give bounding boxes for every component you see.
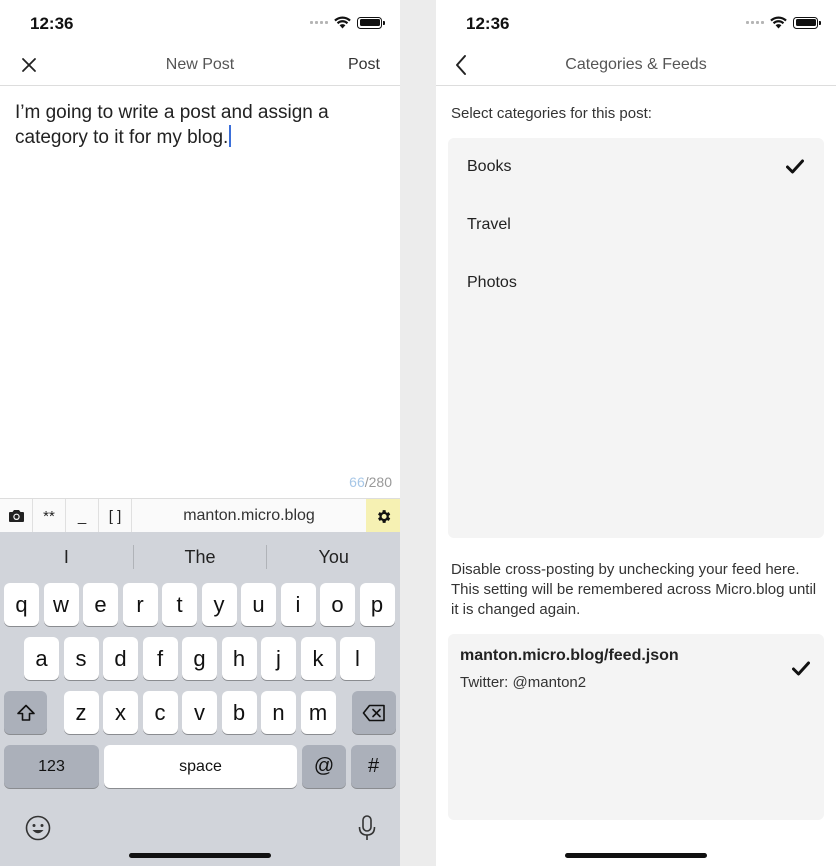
feed-row[interactable]: manton.micro.blog/feed.json Twitter: @ma… xyxy=(448,634,824,704)
checkmark-icon xyxy=(786,159,804,179)
italic-button[interactable]: _ xyxy=(66,499,99,533)
key-j[interactable]: j xyxy=(261,637,296,680)
categories-list: Books Travel Photos xyxy=(448,138,824,538)
categories-feeds-screen: 12:36 Categories & Feeds Select categori… xyxy=(436,0,836,866)
feeds-note: Disable cross-posting by unchecking your… xyxy=(451,560,816,620)
key-x[interactable]: x xyxy=(103,691,138,734)
key-q[interactable]: q xyxy=(4,583,39,626)
key-f[interactable]: f xyxy=(142,637,178,680)
backspace-key[interactable] xyxy=(352,691,396,734)
bold-button[interactable]: ** xyxy=(33,499,66,533)
key-l[interactable]: l xyxy=(340,637,375,680)
key-h[interactable]: h xyxy=(221,637,257,680)
key-z[interactable]: z xyxy=(63,691,99,734)
post-text: I’m going to write a post and assign a c… xyxy=(15,102,329,148)
settings-button[interactable] xyxy=(366,499,400,533)
camera-button[interactable] xyxy=(0,499,33,533)
microphone-icon xyxy=(358,815,376,840)
cellular-signal-icon xyxy=(746,21,764,24)
key-t[interactable]: t xyxy=(162,583,197,626)
status-time: 12:36 xyxy=(30,14,74,33)
new-post-navbar: New Post Post xyxy=(0,44,400,86)
gear-icon xyxy=(377,509,390,523)
key-g[interactable]: g xyxy=(182,637,217,680)
editor-toolbar: ** _ [ ] manton.micro.blog xyxy=(0,498,400,533)
key-a[interactable]: a xyxy=(24,637,59,680)
checkmark-icon xyxy=(792,661,810,681)
delete-icon xyxy=(362,704,385,721)
battery-icon xyxy=(357,16,385,29)
cellular-signal-icon xyxy=(310,21,328,24)
status-bar: 12:36 xyxy=(0,0,400,48)
dictation-button[interactable] xyxy=(356,814,378,847)
feeds-note-line: This setting will be remembered across M… xyxy=(451,581,817,598)
link-button[interactable]: [ ] xyxy=(99,499,132,533)
key-v[interactable]: v xyxy=(182,691,217,734)
feed-crosspost: Twitter: @manton2 xyxy=(460,674,587,691)
category-row-photos[interactable]: Photos xyxy=(448,254,824,312)
key-w[interactable]: w xyxy=(43,583,79,626)
feeds-list: manton.micro.blog/feed.json Twitter: @ma… xyxy=(448,634,824,820)
character-max: /280 xyxy=(364,474,392,490)
categories-navbar: Categories & Feeds xyxy=(436,44,836,86)
emoji-icon xyxy=(25,815,51,841)
hash-key[interactable]: # xyxy=(351,745,396,788)
category-label: Photos xyxy=(467,274,517,291)
emoji-button[interactable] xyxy=(24,814,52,847)
blog-selector[interactable]: manton.micro.blog xyxy=(132,499,366,532)
home-indicator[interactable] xyxy=(565,853,707,858)
shift-key[interactable] xyxy=(4,691,47,734)
key-s[interactable]: s xyxy=(63,637,99,680)
key-p[interactable]: p xyxy=(359,583,395,626)
categories-prompt: Select categories for this post: xyxy=(451,105,652,122)
space-key[interactable]: space xyxy=(104,745,297,788)
key-u[interactable]: u xyxy=(241,583,276,626)
wifi-icon xyxy=(334,16,351,29)
character-count: 66 xyxy=(349,474,365,490)
post-text-editor[interactable]: I’m going to write a post and assign a c… xyxy=(15,100,380,150)
key-o[interactable]: o xyxy=(320,583,355,626)
key-m[interactable]: m xyxy=(300,691,336,734)
suggestion-2[interactable]: The xyxy=(134,547,267,568)
key-y[interactable]: y xyxy=(201,583,237,626)
feeds-note-line: it is changed again. xyxy=(451,601,581,618)
camera-icon xyxy=(8,510,24,522)
at-key[interactable]: @ xyxy=(302,745,346,788)
key-i[interactable]: i xyxy=(280,583,316,626)
suggestion-bar: I The You xyxy=(0,532,400,582)
category-row-travel[interactable]: Travel xyxy=(448,196,824,254)
category-label: Books xyxy=(467,158,512,175)
suggestion-1[interactable]: I xyxy=(0,547,133,568)
feeds-note-line: Disable cross-posting by unchecking your… xyxy=(451,561,800,578)
character-counter: 66/280 xyxy=(349,474,392,490)
battery-icon xyxy=(793,16,821,29)
post-button[interactable]: Post xyxy=(348,56,380,74)
category-row-books[interactable]: Books xyxy=(448,138,824,196)
key-n[interactable]: n xyxy=(261,691,296,734)
page-title: Categories & Feeds xyxy=(565,56,707,73)
status-time: 12:36 xyxy=(466,14,510,33)
key-e[interactable]: e xyxy=(83,583,118,626)
key-r[interactable]: r xyxy=(122,583,158,626)
feed-name: manton.micro.blog/feed.json xyxy=(460,647,679,664)
numbers-key[interactable]: 123 xyxy=(4,745,99,788)
home-indicator[interactable] xyxy=(129,853,271,858)
shift-icon xyxy=(16,704,35,721)
key-c[interactable]: c xyxy=(142,691,178,734)
text-cursor xyxy=(229,125,232,147)
wifi-icon xyxy=(770,16,787,29)
category-label: Travel xyxy=(467,216,511,233)
keyboard: I The You q w e r t y u i o p a s d f g … xyxy=(0,532,400,866)
new-post-screen: 12:36 New Post Post I’m going to write a… xyxy=(0,0,400,866)
suggestion-3[interactable]: You xyxy=(267,547,400,568)
key-b[interactable]: b xyxy=(221,691,257,734)
key-d[interactable]: d xyxy=(103,637,138,680)
status-bar: 12:36 xyxy=(436,0,836,48)
page-title: New Post xyxy=(165,56,235,73)
key-k[interactable]: k xyxy=(300,637,336,680)
